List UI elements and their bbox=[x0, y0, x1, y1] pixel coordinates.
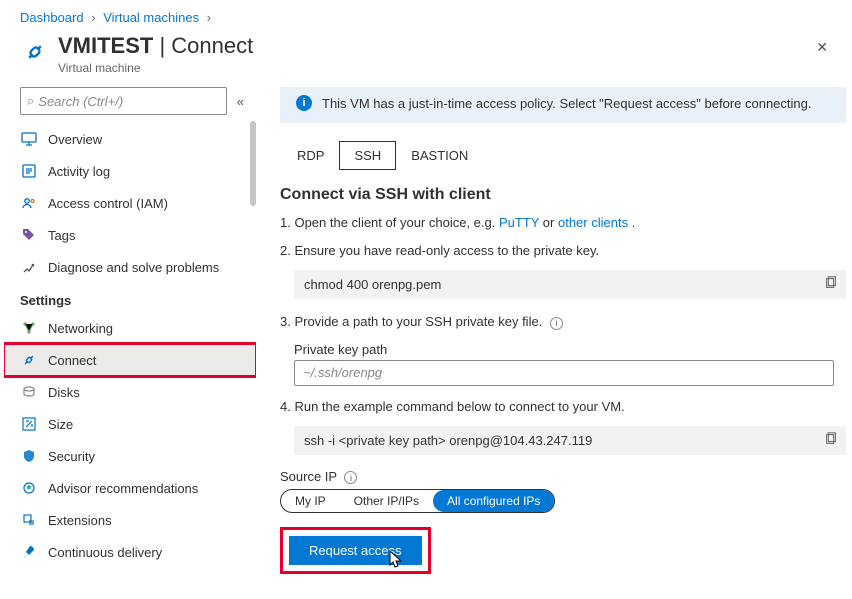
sidebar-item-label: Networking bbox=[48, 321, 113, 336]
chevron-right-icon: › bbox=[91, 10, 95, 25]
network-icon bbox=[20, 319, 38, 337]
sidebar-item-disks[interactable]: Disks bbox=[4, 376, 256, 408]
sidebar-item-activity-log[interactable]: Activity log bbox=[4, 155, 256, 187]
info-banner-text: This VM has a just-in-time access policy… bbox=[322, 96, 811, 111]
connection-tabs: RDP SSH BASTION bbox=[282, 141, 846, 170]
extension-icon bbox=[20, 511, 38, 529]
source-ip-my-ip[interactable]: My IP bbox=[281, 490, 340, 512]
source-ip-other[interactable]: Other IP/IPs bbox=[340, 490, 433, 512]
chmod-command-box: chmod 400 orenpg.pem bbox=[294, 270, 846, 299]
sidebar-item-label: Continuous delivery bbox=[48, 545, 162, 560]
sidebar-item-label: Tags bbox=[48, 228, 75, 243]
sidebar-scrollbar[interactable] bbox=[248, 121, 258, 599]
sidebar-item-label: Diagnose and solve problems bbox=[48, 260, 219, 275]
tag-icon bbox=[20, 226, 38, 244]
tab-ssh[interactable]: SSH bbox=[339, 141, 396, 170]
advisor-icon bbox=[20, 479, 38, 497]
connect-plug-icon bbox=[20, 37, 50, 67]
request-access-button[interactable]: Request access bbox=[289, 536, 422, 565]
info-icon: i bbox=[296, 95, 312, 111]
section-heading: Connect via SSH with client bbox=[280, 186, 846, 204]
people-icon bbox=[20, 194, 38, 212]
source-ip-segmented: My IP Other IP/IPs All configured IPs bbox=[280, 489, 555, 513]
sidebar-item-label: Disks bbox=[48, 385, 80, 400]
putty-link[interactable]: PuTTY bbox=[499, 215, 539, 230]
sidebar-item-label: Connect bbox=[48, 353, 96, 368]
sidebar-item-label: Security bbox=[48, 449, 95, 464]
other-clients-link[interactable]: other clients bbox=[558, 215, 628, 230]
sidebar-item-security[interactable]: Security bbox=[4, 440, 256, 472]
sidebar-group-settings: Settings bbox=[20, 293, 256, 308]
copy-icon[interactable] bbox=[824, 432, 838, 449]
source-ip-label: Source IP i bbox=[280, 469, 846, 485]
step-2-text: 2. Ensure you have read-only access to t… bbox=[280, 242, 846, 260]
info-icon[interactable]: i bbox=[550, 317, 563, 330]
diagnose-icon bbox=[20, 258, 38, 276]
sidebar-item-networking[interactable]: Networking bbox=[4, 312, 256, 344]
sidebar-item-connect[interactable]: Connect bbox=[4, 344, 256, 376]
monitor-icon bbox=[20, 130, 38, 148]
disk-icon bbox=[20, 383, 38, 401]
sidebar-item-advisor[interactable]: Advisor recommendations bbox=[4, 472, 256, 504]
step-3-text: 3. Provide a path to your SSH private ke… bbox=[280, 313, 846, 331]
breadcrumb: Dashboard › Virtual machines › bbox=[0, 0, 852, 29]
page-header: VMITEST | Connect Virtual machine ✕ bbox=[0, 29, 852, 87]
main-panel: i This VM has a just-in-time access poli… bbox=[256, 87, 852, 599]
page-subtitle: Virtual machine bbox=[58, 61, 253, 75]
sidebar-item-extensions[interactable]: Extensions bbox=[4, 504, 256, 536]
activity-log-icon bbox=[20, 162, 38, 180]
search-input[interactable]: ⌕ Search (Ctrl+/) bbox=[20, 87, 227, 115]
private-key-path-label: Private key path bbox=[294, 342, 846, 357]
step-1-text: 1. Open the client of your choice, e.g. … bbox=[280, 214, 846, 232]
breadcrumb-dashboard[interactable]: Dashboard bbox=[20, 10, 84, 25]
sidebar-item-label: Overview bbox=[48, 132, 102, 147]
ssh-command-box: ssh -i <private key path> orenpg@104.43.… bbox=[294, 426, 846, 455]
rocket-icon bbox=[20, 543, 38, 561]
sidebar-item-label: Extensions bbox=[48, 513, 112, 528]
sidebar-item-continuous-delivery[interactable]: Continuous delivery bbox=[4, 536, 256, 568]
size-icon bbox=[20, 415, 38, 433]
tab-rdp[interactable]: RDP bbox=[282, 141, 339, 170]
close-icon[interactable]: ✕ bbox=[816, 39, 828, 56]
sidebar-item-label: Advisor recommendations bbox=[48, 481, 198, 496]
tab-bastion[interactable]: BASTION bbox=[396, 141, 483, 170]
sidebar-item-access-control[interactable]: Access control (IAM) bbox=[4, 187, 256, 219]
shield-icon bbox=[20, 447, 38, 465]
ssh-command-text: ssh -i <private key path> orenpg@104.43.… bbox=[304, 433, 592, 448]
step-4-text: 4. Run the example command below to conn… bbox=[280, 398, 846, 416]
info-icon[interactable]: i bbox=[344, 471, 357, 484]
copy-icon[interactable] bbox=[824, 276, 838, 293]
info-banner: i This VM has a just-in-time access poli… bbox=[280, 87, 846, 123]
chevron-right-icon: › bbox=[207, 10, 211, 25]
collapse-sidebar-button[interactable]: « bbox=[237, 94, 244, 109]
chmod-command-text: chmod 400 orenpg.pem bbox=[304, 277, 441, 292]
sidebar-item-tags[interactable]: Tags bbox=[4, 219, 256, 251]
source-ip-all-configured[interactable]: All configured IPs bbox=[433, 490, 554, 512]
sidebar-item-overview[interactable]: Overview bbox=[4, 123, 256, 155]
breadcrumb-virtual-machines[interactable]: Virtual machines bbox=[103, 10, 199, 25]
connect-plug-icon bbox=[20, 351, 38, 369]
sidebar-item-size[interactable]: Size bbox=[4, 408, 256, 440]
search-icon: ⌕ bbox=[27, 93, 34, 109]
private-key-path-input[interactable]: ~/.ssh/orenpg bbox=[294, 360, 834, 386]
sidebar: ⌕ Search (Ctrl+/) « Overview Activity lo… bbox=[0, 87, 256, 599]
sidebar-item-label: Access control (IAM) bbox=[48, 196, 168, 211]
sidebar-item-label: Activity log bbox=[48, 164, 110, 179]
request-access-highlight: Request access bbox=[280, 527, 431, 574]
sidebar-item-diagnose[interactable]: Diagnose and solve problems bbox=[4, 251, 256, 283]
sidebar-item-label: Size bbox=[48, 417, 73, 432]
page-title: VMITEST | Connect bbox=[58, 33, 253, 58]
